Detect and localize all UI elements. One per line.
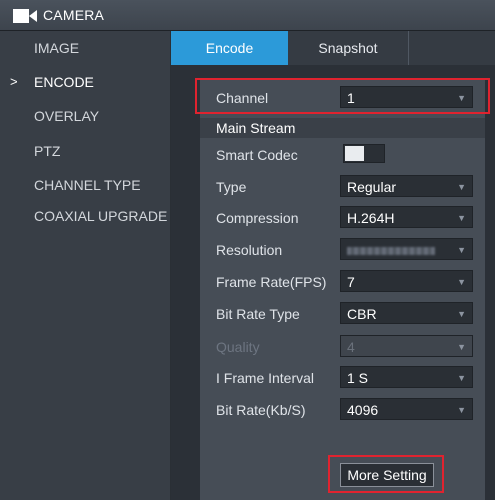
- quality-value: 4: [347, 339, 355, 355]
- frame-rate-select[interactable]: 7 ▼: [340, 270, 473, 292]
- type-label: Type: [216, 179, 247, 195]
- compression-label: Compression: [216, 210, 299, 226]
- resolution-select[interactable]: ▼: [340, 238, 473, 260]
- sidebar-item-overlay[interactable]: OVERLAY: [0, 99, 170, 133]
- sidebar-item-encode[interactable]: > ENCODE: [0, 65, 170, 99]
- frame-rate-row: Frame Rate(FPS) 7 ▼: [200, 266, 485, 297]
- frame-rate-label: Frame Rate(FPS): [216, 274, 327, 290]
- i-frame-interval-row: I Frame Interval 1 S ▼: [200, 362, 485, 393]
- type-select[interactable]: Regular ▼: [340, 175, 473, 197]
- page-title: CAMERA: [43, 7, 105, 23]
- dropdown-arrow-icon: ▼: [457, 182, 466, 192]
- compression-row: Compression H.264H ▼: [200, 202, 485, 233]
- dropdown-arrow-icon: ▼: [457, 309, 466, 319]
- sidebar-item-label: PTZ: [34, 143, 61, 159]
- dropdown-arrow-icon: ▼: [457, 277, 466, 287]
- type-row: Type Regular ▼: [200, 171, 485, 202]
- section-title: Main Stream: [216, 120, 296, 136]
- sidebar-item-ptz[interactable]: PTZ: [0, 134, 170, 168]
- bit-rate-select[interactable]: 4096 ▼: [340, 398, 473, 420]
- sidebar-item-label: IMAGE: [34, 40, 80, 56]
- dropdown-arrow-icon: ▼: [457, 245, 466, 255]
- bit-rate-label: Bit Rate(Kb/S): [216, 402, 306, 418]
- compression-select[interactable]: H.264H ▼: [340, 206, 473, 228]
- encode-panel: Channel 1 ▼ Main Stream Smart Codec Type…: [200, 80, 485, 500]
- bit-rate-value: 4096: [347, 402, 379, 418]
- i-frame-interval-select[interactable]: 1 S ▼: [340, 366, 473, 388]
- dropdown-arrow-icon: ▼: [457, 405, 466, 415]
- smart-codec-label: Smart Codec: [216, 147, 298, 163]
- sidebar-item-label: ENCODE: [34, 74, 94, 90]
- sidebar-item-coaxial-upgrade[interactable]: COAXIAL UPGRADE: [0, 199, 170, 233]
- section-header: Main Stream: [200, 118, 485, 138]
- toggle-knob: [345, 146, 364, 161]
- resolution-label: Resolution: [216, 242, 283, 258]
- bit-rate-type-value: CBR: [347, 306, 377, 322]
- tab-bar: Encode Snapshot: [171, 31, 495, 65]
- sidebar-item-image[interactable]: IMAGE: [0, 31, 170, 65]
- compression-value: H.264H: [347, 210, 395, 226]
- chevron-right-icon: >: [10, 74, 18, 89]
- video-camera-icon: [13, 9, 37, 23]
- sidebar-item-label: OVERLAY: [34, 108, 100, 124]
- resolution-value-blurred: [347, 247, 435, 255]
- dropdown-arrow-icon: ▼: [457, 373, 466, 383]
- quality-label: Quality: [216, 339, 260, 355]
- type-value: Regular: [347, 179, 397, 195]
- tab-encode[interactable]: Encode: [171, 31, 288, 65]
- bit-rate-type-label: Bit Rate Type: [216, 306, 300, 322]
- sidebar: IMAGE > ENCODE OVERLAY PTZ CHANNEL TYPE …: [0, 31, 171, 500]
- tab-snapshot[interactable]: Snapshot: [288, 31, 409, 65]
- quality-select: 4 ▼: [340, 335, 473, 357]
- dropdown-arrow-icon: ▼: [457, 342, 466, 352]
- i-frame-interval-value: 1 S: [347, 370, 369, 386]
- sidebar-item-label: CHANNEL TYPE: [34, 177, 141, 193]
- quality-row: Quality 4 ▼: [200, 331, 485, 362]
- frame-rate-value: 7: [347, 274, 355, 290]
- sidebar-item-channel-type[interactable]: CHANNEL TYPE: [0, 168, 170, 202]
- bit-rate-type-select[interactable]: CBR ▼: [340, 302, 473, 324]
- sidebar-item-label: COAXIAL UPGRADE: [34, 208, 168, 224]
- smart-codec-toggle[interactable]: [343, 144, 385, 163]
- title-bar: CAMERA: [0, 0, 495, 31]
- bit-rate-type-row: Bit Rate Type CBR ▼: [200, 298, 485, 329]
- smart-codec-row: Smart Codec: [200, 139, 485, 170]
- dropdown-arrow-icon: ▼: [457, 213, 466, 223]
- i-frame-interval-label: I Frame Interval: [216, 370, 315, 386]
- channel-highlight-box: [195, 78, 490, 114]
- resolution-row: Resolution ▼: [200, 234, 485, 265]
- bit-rate-row: Bit Rate(Kb/S) 4096 ▼: [200, 394, 485, 425]
- more-setting-highlight-box: [328, 455, 444, 493]
